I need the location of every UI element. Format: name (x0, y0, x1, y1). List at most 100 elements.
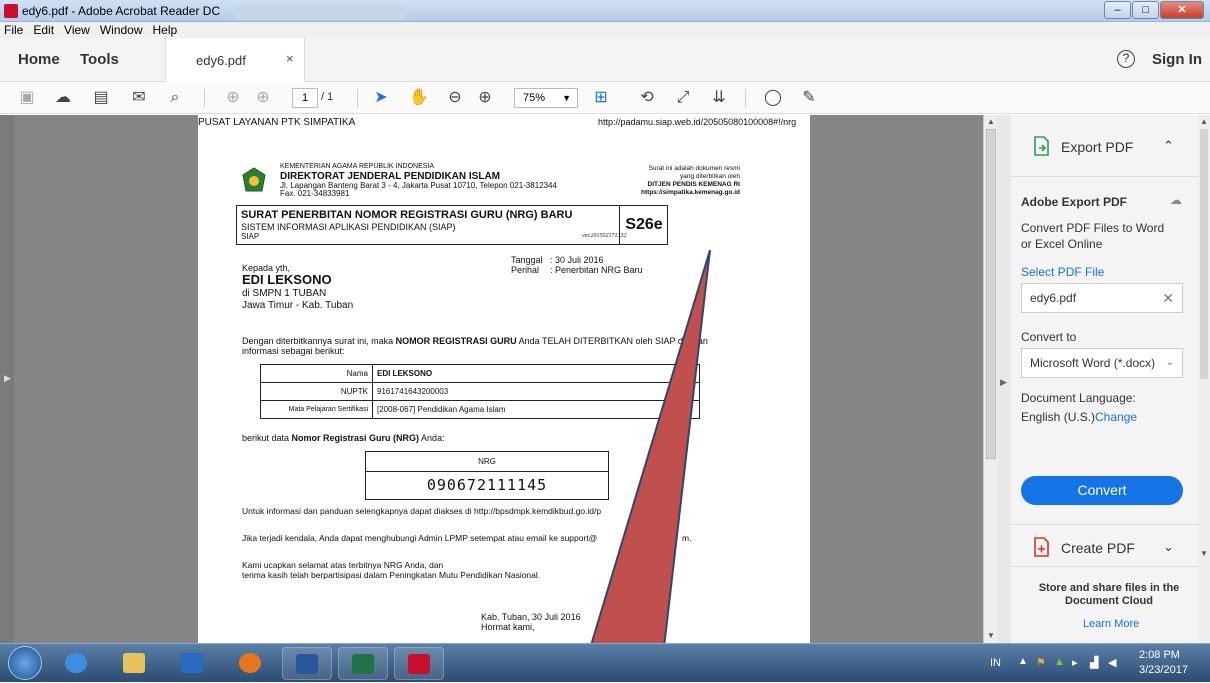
scroll-up-icon[interactable]: ▲ (1200, 117, 1208, 126)
scroll-thumb[interactable] (1200, 129, 1208, 379)
clear-file-icon[interactable]: ✕ (1162, 284, 1174, 312)
outlook-icon[interactable] (168, 647, 218, 680)
scroll-mode-icon[interactable]: ⇊ (708, 88, 730, 108)
upload-cloud-icon[interactable]: ☁ (52, 88, 74, 108)
scroll-up-icon[interactable]: ▲ (987, 117, 995, 126)
chevron-down-icon[interactable]: ⌄ (1163, 539, 1174, 555)
language-indicator[interactable]: IN (990, 657, 1001, 669)
word-icon[interactable] (282, 647, 332, 680)
explorer-icon[interactable] (110, 647, 160, 680)
acrobat-logo-icon (4, 4, 18, 18)
table-row: Mata Pelajaran Sertifikasi [2008-067] Pe… (260, 400, 700, 419)
language-value: English (U.S.) (1021, 410, 1096, 424)
menu-window[interactable]: Window (100, 22, 143, 38)
info-line-2: Jika terjadi kendala, Anda dapat menghub… (242, 533, 598, 543)
ministry-emblem-icon (242, 167, 266, 192)
help-icon[interactable]: ? (1117, 50, 1135, 68)
email-icon[interactable]: ✉ (128, 88, 150, 108)
print-icon[interactable]: ▤ (90, 88, 112, 108)
scroll-down-icon[interactable]: ▼ (987, 631, 995, 640)
doc-language-label: Document Language: (1021, 391, 1136, 405)
page-total: / 1 (321, 91, 334, 103)
select-cursor-icon[interactable]: ➤ (370, 88, 392, 108)
network-icon[interactable]: ▟ (1090, 656, 1098, 669)
prev-page-icon[interactable]: ⊕ (222, 88, 244, 108)
zoom-out-icon[interactable]: ⊖ (444, 88, 466, 108)
nrg-box: NRG 090672111145 (365, 451, 609, 500)
action-center-icon[interactable]: ▸ (1072, 656, 1078, 669)
fit-page-icon[interactable]: ⊞ (590, 88, 612, 108)
selected-file-field[interactable]: edy6.pdf ✕ (1021, 283, 1183, 313)
regards: Hormat kami, (481, 622, 535, 632)
info-table: Nama EDI LEKSONO NUPTK 9161741643200003 … (260, 364, 700, 419)
doc-siap: SIAP (241, 232, 260, 241)
convert-button[interactable]: Convert (1021, 476, 1183, 505)
close-window-button[interactable]: ✕ (1160, 1, 1204, 19)
search-icon[interactable]: ⌕ (164, 88, 186, 108)
hand-tool-icon[interactable]: ✋ (408, 88, 430, 108)
ie-icon[interactable] (52, 647, 102, 680)
adobe-export-heading: Adobe Export PDF (1021, 195, 1128, 209)
menu-file[interactable]: File (4, 22, 23, 38)
full-screen-icon[interactable]: ⤢ (672, 88, 694, 108)
clock-time[interactable]: 2:08 PM (1139, 649, 1180, 661)
close-tab-icon[interactable]: × (286, 51, 294, 66)
menu-view[interactable]: View (64, 22, 90, 38)
menu-edit[interactable]: Edit (33, 22, 54, 38)
learn-more-link[interactable]: Learn More (1083, 618, 1139, 630)
comment-icon[interactable]: ◯ (762, 88, 784, 108)
document-scrollbar[interactable]: ▲ ▼ (983, 115, 997, 643)
minimize-button[interactable]: – (1104, 1, 1131, 19)
tab-document[interactable]: edy6.pdf × (165, 38, 305, 82)
zoom-value: 75% (523, 92, 546, 104)
scroll-thumb[interactable] (986, 129, 996, 459)
create-pdf-icon (1034, 537, 1049, 557)
acrobat-icon[interactable] (394, 647, 444, 680)
tray-arrow-icon[interactable]: ▲ (1018, 656, 1028, 667)
scroll-down-icon[interactable]: ▼ (1200, 549, 1208, 558)
change-language-link[interactable]: Change (1095, 410, 1137, 424)
pen-icon[interactable]: ✎ (798, 88, 820, 108)
right-panel-scrollbar[interactable]: ▲ ▼ (1198, 115, 1210, 643)
doc-title: SURAT PENERBITAN NOMOR REGISTRASI GURU (… (241, 209, 573, 221)
zoom-select[interactable]: 75% ▼ (514, 88, 578, 108)
recipient-school: di SMPN 1 TUBAN (242, 288, 327, 299)
thanks-line-1: Kami ucapkan selamat atas terbitnya NRG … (242, 560, 444, 570)
export-pdf-title[interactable]: Export PDF (1061, 139, 1133, 155)
nrg-value: 090672111145 (426, 476, 548, 494)
tray-app-icon[interactable]: ▲ (1054, 656, 1065, 668)
excel-icon[interactable] (338, 647, 388, 680)
format-value: Microsoft Word (*.docx) (1030, 356, 1156, 370)
flag-icon[interactable]: ⚑ (1036, 656, 1046, 669)
firefox-icon[interactable] (226, 647, 276, 680)
sign-in-link[interactable]: Sign In (1152, 51, 1202, 68)
right-panel-handle[interactable]: ▶ (997, 115, 1011, 643)
toolbar: ▣ ☁ ▤ ✉ ⌕ ⊕ ⊕ 1 / 1 ➤ ✋ ⊖ ⊕ 75% ▼ ⊞ ⟲ ⤢ … (0, 82, 1210, 114)
zoom-in-icon[interactable]: ⊕ (474, 88, 496, 108)
thanks-line-2: terima kasih telah berpartisipasi dalam … (242, 570, 541, 580)
select-pdf-link[interactable]: Select PDF File (1021, 265, 1104, 279)
save-icon[interactable]: ▣ (16, 88, 38, 108)
maximize-button[interactable]: □ (1132, 1, 1159, 19)
format-select[interactable]: Microsoft Word (*.docx) ⌄ (1021, 348, 1183, 378)
info-line-1: Untuk informasi dan panduan selengkapnya… (242, 506, 602, 516)
left-panel-handle[interactable]: ▶ (0, 115, 14, 643)
note-line-4: https://simpatika.kemenag.go.id (641, 189, 740, 196)
create-pdf-title[interactable]: Create PDF (1061, 540, 1135, 556)
title-bar: edy6.pdf - Adobe Acrobat Reader DC – □ ✕ (0, 0, 1210, 22)
tab-home[interactable]: Home (18, 51, 60, 68)
menu-bar: File Edit View Window Help (0, 22, 1210, 38)
chevron-up-icon[interactable]: ⌃ (1163, 138, 1174, 154)
doc-header-right: http://padamu.siap.web.id/20505080100008… (598, 117, 797, 127)
pdf-page: PUSAT LAYANAN PTK SIMPATIKA http://padam… (198, 115, 810, 643)
tab-tools[interactable]: Tools (80, 51, 119, 68)
page-number-input[interactable]: 1 (292, 88, 318, 108)
note-line-1: Surat ini adalah dokumen resmi (648, 165, 740, 172)
menu-help[interactable]: Help (153, 22, 178, 38)
clock-date[interactable]: 3/23/2017 (1139, 664, 1188, 676)
volume-icon[interactable]: ◀ (1108, 656, 1116, 669)
start-button[interactable] (8, 646, 42, 680)
nrg-intro: berikut data Nomor Registrasi Guru (NRG)… (242, 433, 445, 443)
next-page-icon[interactable]: ⊕ (252, 88, 274, 108)
rotate-icon[interactable]: ⟲ (636, 88, 658, 108)
